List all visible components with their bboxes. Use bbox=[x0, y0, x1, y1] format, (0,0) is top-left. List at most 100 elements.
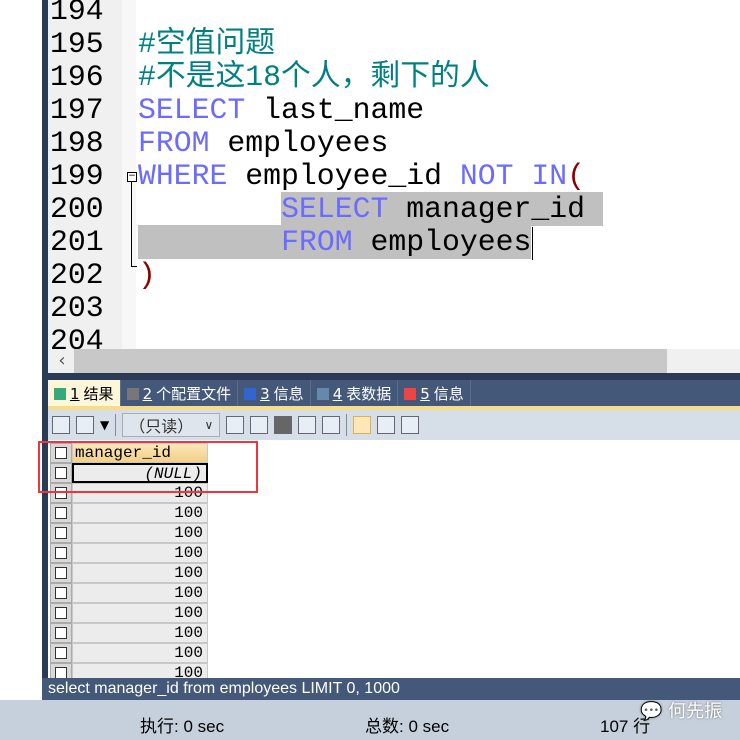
watermark: 💬 何先振 bbox=[640, 701, 723, 722]
line-number: 200 bbox=[50, 192, 104, 226]
info-icon bbox=[244, 387, 257, 400]
cell[interactable]: 100 bbox=[72, 603, 208, 623]
tab-number: 4 bbox=[332, 384, 343, 403]
tab-number: 3 bbox=[260, 384, 270, 403]
code-token: SELECT bbox=[281, 192, 389, 226]
chevron-down-icon[interactable]: ▼ bbox=[100, 418, 109, 432]
profile-icon bbox=[126, 387, 139, 400]
line-number: 197 bbox=[50, 93, 104, 127]
tab-label: 信息 bbox=[273, 385, 304, 403]
code-token: #不是这18个人，剩下的人 bbox=[138, 60, 490, 94]
line-number: 201 bbox=[50, 225, 104, 259]
readonly-label: （只读） bbox=[129, 417, 194, 436]
table-row[interactable]: 100 bbox=[50, 543, 208, 563]
export-icon[interactable] bbox=[52, 416, 70, 434]
cell[interactable]: 100 bbox=[72, 563, 208, 583]
save-icon[interactable] bbox=[274, 416, 293, 434]
line-number: 195 bbox=[50, 27, 104, 61]
form-view-icon[interactable] bbox=[377, 416, 396, 434]
table-row[interactable]: 100 bbox=[50, 643, 208, 663]
code-token: employees bbox=[352, 225, 532, 259]
readonly-select[interactable]: （只读） ∨ bbox=[122, 413, 221, 437]
total-time: 总数: 0 sec bbox=[365, 717, 450, 736]
line-number: 198 bbox=[50, 126, 104, 160]
line-number: 202 bbox=[50, 258, 104, 292]
fold-collapse-icon[interactable]: − bbox=[127, 172, 137, 182]
code-line[interactable]: FROM employees bbox=[138, 225, 532, 259]
row-checkbox[interactable] bbox=[50, 603, 72, 623]
row-checkbox[interactable] bbox=[50, 583, 72, 603]
cell[interactable]: 100 bbox=[72, 503, 208, 523]
cell[interactable]: 100 bbox=[72, 583, 208, 603]
delete-icon[interactable] bbox=[298, 416, 317, 434]
code-line[interactable]: ) bbox=[138, 259, 156, 292]
line-number: 196 bbox=[50, 60, 104, 94]
row-checkbox[interactable] bbox=[50, 523, 72, 543]
row-checkbox[interactable] bbox=[50, 563, 72, 583]
cell[interactable]: 100 bbox=[72, 523, 208, 543]
code-token: NOT IN bbox=[459, 159, 568, 193]
code-token: ( bbox=[567, 159, 586, 193]
watermark-text: 何先振 bbox=[668, 701, 723, 722]
table-row[interactable]: 100 bbox=[50, 563, 208, 583]
code-token: FROM bbox=[281, 225, 353, 259]
table-row[interactable]: 100 bbox=[50, 523, 208, 543]
result-toolbar: ▼ （只读） ∨ bbox=[48, 410, 740, 440]
table-row[interactable]: 100 bbox=[50, 503, 208, 523]
info-shapes-icon bbox=[404, 387, 417, 400]
row-checkbox[interactable] bbox=[50, 503, 72, 523]
exec-time: 执行: 0 sec bbox=[140, 717, 225, 736]
code-line[interactable]: #空值问题 bbox=[138, 28, 275, 61]
status-bar: 执行: 0 sec 总数: 0 sec 107 行 bbox=[0, 700, 740, 740]
code-line[interactable]: SELECT manager_id bbox=[138, 192, 603, 226]
tab-3[interactable]: 3 信息 bbox=[238, 380, 311, 407]
code-token bbox=[138, 225, 282, 259]
table-row[interactable]: 100 bbox=[50, 603, 208, 623]
splitter[interactable] bbox=[42, 373, 740, 380]
text-view-icon[interactable] bbox=[401, 416, 420, 434]
table-row[interactable]: 100 bbox=[50, 623, 208, 643]
query-bar: select manager_id from employees LIMIT 0… bbox=[42, 678, 740, 700]
tab-4[interactable]: 4 表数据 bbox=[311, 380, 399, 407]
code-line[interactable]: #不是这18个人，剩下的人 bbox=[138, 61, 490, 94]
code-token: FROM bbox=[138, 126, 210, 160]
tab-label: 信息 bbox=[433, 385, 464, 403]
row-checkbox[interactable] bbox=[50, 543, 72, 563]
tab-number: 1 bbox=[70, 384, 80, 403]
grid-view-icon[interactable] bbox=[353, 416, 372, 434]
duplicate-row-icon[interactable] bbox=[250, 416, 269, 434]
code-token: SELECT bbox=[138, 93, 246, 127]
code-line[interactable]: WHERE employee_id NOT IN( bbox=[138, 160, 585, 193]
code-token: last_name bbox=[245, 93, 425, 127]
code-token: employees bbox=[209, 126, 389, 160]
code-line[interactable]: FROM employees bbox=[138, 127, 388, 160]
row-checkbox[interactable] bbox=[50, 623, 72, 643]
scrollbar-thumb[interactable] bbox=[74, 349, 667, 373]
result-grid-icon bbox=[54, 387, 66, 400]
tab-1[interactable]: 1 结果 bbox=[48, 380, 121, 407]
result-tabs: 1 结果 2 个配置文件 3 信息 4 表数据 5 信息 bbox=[48, 380, 740, 407]
row-checkbox[interactable] bbox=[50, 643, 72, 663]
scroll-left-icon[interactable]: ‹ bbox=[52, 349, 72, 373]
divider bbox=[115, 414, 117, 436]
tab-label: 个配置文件 bbox=[156, 385, 232, 403]
chevron-down-icon: ∨ bbox=[204, 418, 214, 432]
code-token: employee_id bbox=[227, 159, 460, 193]
table-row[interactable]: 100 bbox=[50, 583, 208, 603]
tab-2[interactable]: 2 个配置文件 bbox=[121, 380, 239, 407]
line-number: 194 bbox=[50, 0, 104, 28]
add-row-icon[interactable] bbox=[226, 416, 245, 434]
cell[interactable]: 100 bbox=[72, 623, 208, 643]
code-line[interactable]: SELECT last_name bbox=[138, 94, 424, 127]
cell[interactable]: 100 bbox=[72, 543, 208, 563]
cell[interactable]: 100 bbox=[72, 643, 208, 663]
tab-number: 2 bbox=[142, 384, 153, 403]
code-token: ) bbox=[138, 258, 156, 292]
table-data-icon bbox=[316, 387, 329, 400]
line-number: 199 bbox=[50, 159, 104, 193]
cancel-icon[interactable] bbox=[322, 416, 341, 434]
tab-number: 5 bbox=[420, 384, 430, 403]
import-icon[interactable] bbox=[76, 416, 94, 434]
tab-5[interactable]: 5 信息 bbox=[398, 380, 471, 407]
